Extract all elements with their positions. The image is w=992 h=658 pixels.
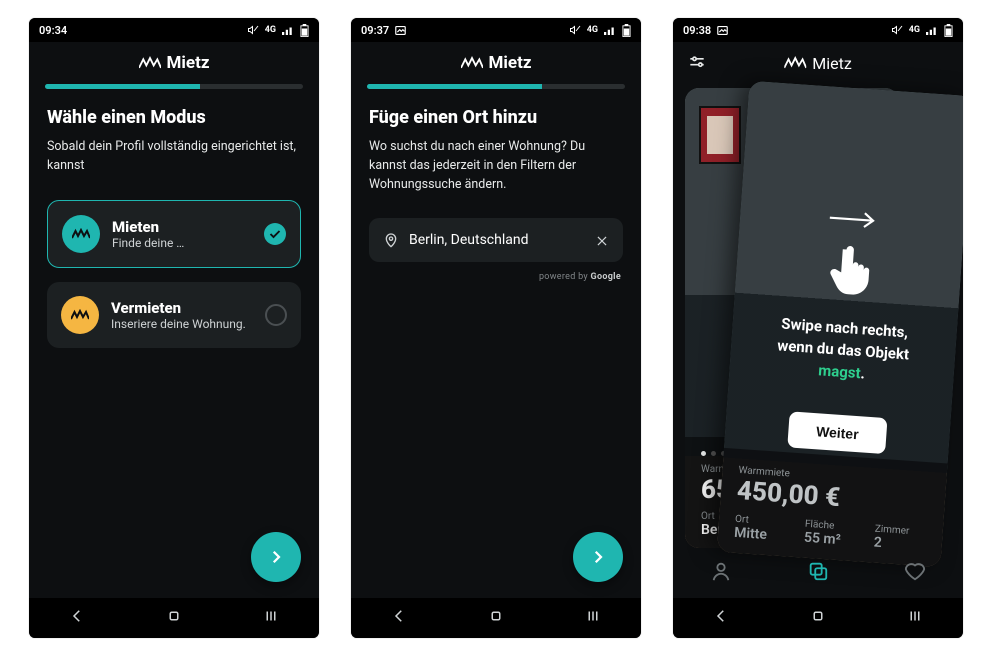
brand-name: Mietz	[489, 53, 532, 73]
brand-name: Mietz	[812, 54, 852, 73]
app-bar: Mietz	[29, 42, 319, 84]
option-subtitle: Finde deine …	[112, 236, 184, 250]
network-4g-icon: 4G	[265, 26, 276, 35]
recents-icon[interactable]	[584, 607, 602, 629]
page-title: Füge einen Ort hinzu	[369, 107, 623, 128]
status-bar: 09:37 4G	[351, 18, 641, 42]
signal-icon	[282, 26, 294, 35]
next-button[interactable]	[251, 532, 301, 582]
brand-logo: Mietz	[461, 53, 532, 73]
mute-icon	[569, 24, 581, 36]
bottom-tabs	[673, 548, 963, 598]
listing-card-front[interactable]: Warmmiete 450,00 € Ort Mitte Fläche 55 m…	[717, 81, 963, 567]
card-stack[interactable]: Warm 65 Ort Berli Warmmiete 450,00 € Ort…	[685, 88, 951, 548]
back-icon[interactable]	[390, 607, 408, 629]
android-nav-bar	[29, 598, 319, 638]
tab-favorites[interactable]	[904, 560, 926, 586]
status-bar: 09:38 4G	[673, 18, 963, 42]
back-icon[interactable]	[712, 607, 730, 629]
onboarding-progress	[45, 84, 303, 89]
loc-value: Mitte	[734, 525, 783, 544]
battery-icon	[622, 24, 631, 36]
network-4g-icon: 4G	[587, 26, 598, 35]
recents-icon[interactable]	[906, 607, 924, 629]
signal-icon	[604, 26, 616, 35]
page-subtitle: Wo suchst du nach einer Wohnung? Du kann…	[369, 138, 623, 194]
brand-logo: Mietz	[784, 54, 852, 73]
hand-pointer-icon	[824, 243, 874, 302]
tab-stack[interactable]	[807, 560, 829, 586]
continue-button[interactable]: Weiter	[787, 412, 888, 455]
page-subtitle: Sobald dein Profil vollständig eingerich…	[47, 138, 301, 176]
location-input[interactable]: Berlin, Deutschland	[369, 218, 623, 262]
option-subtitle: Inseriere deine Wohnung.	[111, 317, 246, 331]
clock: 09:38	[683, 24, 711, 37]
home-icon[interactable]	[165, 607, 183, 629]
status-bar: 09:34 4G	[29, 18, 319, 42]
screen-mode-select: 09:34 4G Mietz Wähle einen Modus Sobald …	[29, 18, 319, 638]
option-title: Mieten	[112, 218, 184, 236]
battery-icon	[300, 24, 309, 36]
battery-icon	[944, 24, 953, 36]
check-icon	[264, 223, 286, 245]
screenshot-icon	[717, 25, 728, 36]
onboarding-progress	[367, 84, 625, 89]
screenshot-icon	[395, 25, 406, 36]
tab-profile[interactable]	[710, 560, 732, 586]
android-nav-bar	[351, 598, 641, 638]
screen-swipe-tutorial: 09:38 4G Mietz Warm 65	[673, 18, 963, 638]
signal-icon	[926, 26, 938, 35]
network-4g-icon: 4G	[909, 26, 920, 35]
radio-unchecked-icon	[265, 304, 287, 326]
clock: 09:34	[39, 24, 67, 37]
location-value: Berlin, Deutschland	[409, 232, 585, 248]
arrow-right-icon	[825, 206, 879, 236]
clear-icon[interactable]	[595, 233, 609, 247]
screen-add-location: 09:37 4G Mietz Füge einen Ort hinzu Wo s…	[351, 18, 641, 638]
poster-decor	[699, 106, 741, 164]
home-icon[interactable]	[809, 607, 827, 629]
mietz-logo-icon	[61, 296, 99, 334]
home-icon[interactable]	[487, 607, 505, 629]
mute-icon	[891, 24, 903, 36]
page-title: Wähle einen Modus	[47, 107, 301, 128]
recents-icon[interactable]	[262, 607, 280, 629]
swipe-instruction: Swipe nach rechts, wenn du das Objekt ma…	[775, 313, 911, 387]
back-icon[interactable]	[68, 607, 86, 629]
option-mieten[interactable]: Mieten Finde deine …	[47, 200, 301, 268]
swipe-overlay: Swipe nach rechts, wenn du das Objekt ma…	[724, 200, 963, 458]
pin-icon	[383, 232, 399, 248]
android-nav-bar	[673, 598, 963, 638]
powered-by: powered by Google	[371, 272, 621, 282]
brand-name: Mietz	[167, 53, 210, 73]
clock: 09:37	[361, 24, 389, 37]
app-bar: Mietz	[351, 42, 641, 84]
next-button[interactable]	[573, 532, 623, 582]
app-bar: Mietz	[673, 42, 963, 84]
brand-logo: Mietz	[139, 53, 210, 73]
area-value: 55 m²	[803, 530, 852, 549]
mietz-logo-icon	[62, 215, 100, 253]
mute-icon	[247, 24, 259, 36]
option-title: Vermieten	[111, 299, 246, 317]
filter-icon[interactable]	[687, 53, 707, 73]
option-vermieten[interactable]: Vermieten Inseriere deine Wohnung.	[47, 282, 301, 348]
